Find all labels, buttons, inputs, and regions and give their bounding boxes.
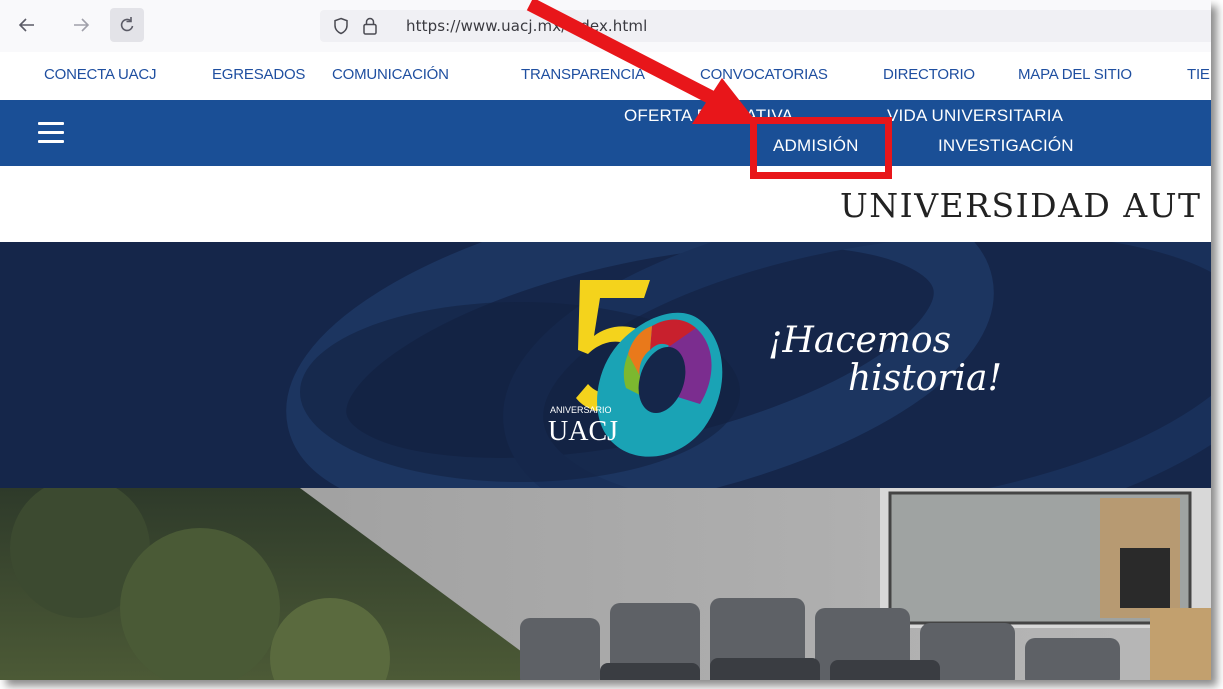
lock-icon[interactable]	[362, 16, 378, 36]
main-nav: OFERTA EDUCATIVA VIDA UNIVERSITARIA ADMI…	[0, 100, 1211, 166]
auditorium-photo-illustration	[0, 488, 1211, 680]
slogan-line-1: ¡Hacemos	[768, 320, 952, 361]
top-link-directorio[interactable]: DIRECTORIO	[883, 66, 975, 83]
annotation-highlight-box	[750, 117, 892, 179]
site-title: UNIVERSIDAD AUT	[840, 186, 1202, 225]
url-text[interactable]: https://www.uacj.mx/index.html	[406, 17, 647, 35]
browser-window: https://www.uacj.mx/index.html CONECTA U…	[0, 0, 1211, 680]
top-links-bar: CONECTA UACJ EGRESADOS COMUNICACIÓN TRAN…	[0, 52, 1211, 100]
top-link-mapa[interactable]: MAPA DEL SITIO	[1018, 66, 1132, 83]
top-link-conecta[interactable]: CONECTA UACJ	[44, 66, 157, 83]
browser-toolbar: https://www.uacj.mx/index.html	[0, 0, 1211, 53]
title-band: UNIVERSIDAD AUT	[0, 166, 1211, 242]
arrow-right-icon	[74, 18, 90, 32]
logo-uacj-text: UACJ	[548, 416, 618, 447]
back-button[interactable]	[10, 8, 44, 42]
campus-photo	[0, 488, 1211, 680]
logo-aniversario-text: ANIVERSARIO	[550, 405, 612, 415]
shield-icon[interactable]	[332, 17, 350, 35]
reload-button[interactable]	[110, 8, 144, 42]
hamburger-menu-icon[interactable]	[38, 122, 64, 144]
nav-vida-universitaria[interactable]: VIDA UNIVERSITARIA	[887, 106, 1063, 126]
forward-button[interactable]	[64, 8, 98, 42]
address-bar[interactable]: https://www.uacj.mx/index.html	[320, 10, 1211, 42]
nav-investigacion[interactable]: INVESTIGACIÓN	[938, 136, 1074, 156]
top-link-comunicacion[interactable]: COMUNICACIÓN	[332, 66, 449, 83]
top-link-convocatorias[interactable]: CONVOCATORIAS	[700, 66, 828, 83]
top-link-egresados[interactable]: EGRESADOS	[212, 66, 305, 83]
reload-icon	[120, 17, 134, 32]
arrow-left-icon	[18, 18, 34, 32]
top-link-tienda[interactable]: TIE	[1187, 66, 1210, 83]
top-link-transparencia[interactable]: TRANSPARENCIA	[521, 66, 645, 83]
slogan-line-2: historia!	[848, 358, 1002, 399]
uacj-50-anniversary-logo[interactable]: ANIVERSARIO UACJ	[540, 268, 740, 468]
